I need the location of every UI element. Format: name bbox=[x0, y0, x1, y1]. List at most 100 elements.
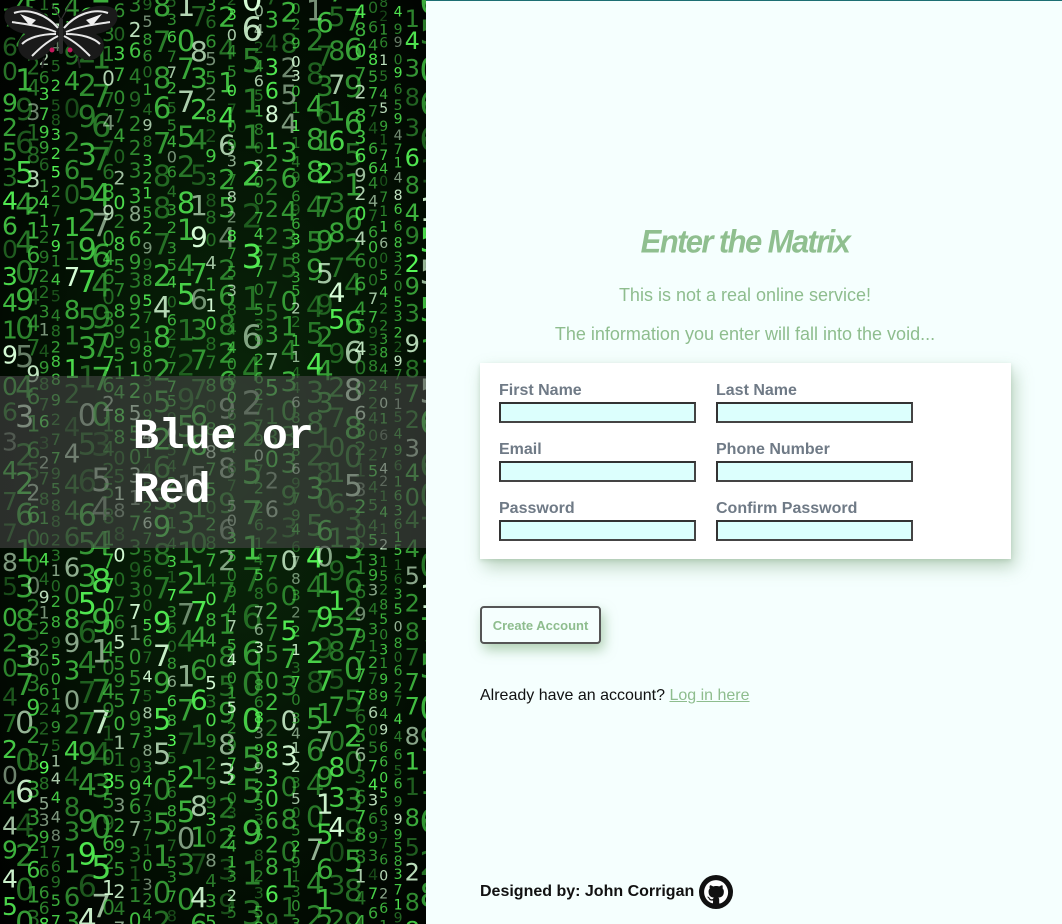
matrix-digit: 6 bbox=[368, 809, 378, 828]
matrix-digit: 7 bbox=[113, 918, 125, 924]
matrix-digit: 3 bbox=[39, 85, 50, 105]
matrix-digit: 1 bbox=[394, 155, 403, 171]
login-link[interactable]: Log in here bbox=[669, 687, 749, 704]
last-name-input[interactable] bbox=[716, 402, 913, 423]
matrix-digit: 7 bbox=[129, 729, 142, 753]
login-prompt-line: Already have an account? Log in here bbox=[480, 687, 750, 705]
matrix-digit: 9 bbox=[419, 720, 426, 759]
matrix-digit: 1 bbox=[379, 919, 388, 924]
matrix-digit: 2 bbox=[394, 263, 403, 279]
matrix-digit: 6 bbox=[113, 612, 125, 634]
matrix-digit: 0 bbox=[205, 827, 216, 848]
email-input[interactable] bbox=[499, 461, 696, 482]
matrix-digit: 8 bbox=[354, 105, 366, 127]
matrix-digit: 6 bbox=[254, 620, 264, 639]
matrix-digit: 8 bbox=[167, 711, 177, 730]
matrix-digit: 9 bbox=[129, 335, 142, 359]
email-group: Email bbox=[499, 441, 699, 482]
matrix-digit: 4 bbox=[227, 41, 237, 60]
confirm-password-input[interactable] bbox=[716, 520, 913, 541]
matrix-digit: 9 bbox=[129, 88, 142, 112]
matrix-digit: 6 bbox=[39, 862, 50, 882]
matrix-digit: 6 bbox=[368, 18, 378, 37]
matrix-digit: 3 bbox=[227, 151, 237, 170]
matrix-digit: 5 bbox=[265, 643, 279, 668]
matrix-digit: 8 bbox=[129, 202, 142, 226]
matrix-digit: 3 bbox=[254, 884, 264, 903]
matrix-digit: 0 bbox=[379, 868, 388, 884]
matrix-digit: 6 bbox=[265, 80, 279, 105]
matrix-digit: 1 bbox=[254, 102, 264, 121]
matrix-digit: 4 bbox=[394, 730, 403, 746]
matrix-digit: 2 bbox=[405, 858, 420, 886]
matrix-digit: 4 bbox=[205, 630, 216, 651]
matrix-digit: 9 bbox=[254, 759, 264, 778]
matrix-digit: 3 bbox=[167, 201, 177, 220]
matrix-digit: 7 bbox=[129, 817, 142, 841]
matrix-digit: 3 bbox=[142, 807, 152, 826]
matrix-digit: 1 bbox=[354, 866, 366, 888]
matrix-digit: 1 bbox=[51, 752, 61, 771]
matrix-digit: 3 bbox=[227, 867, 237, 886]
matrix-digit: 2 bbox=[205, 84, 216, 105]
matrix-digit: 8 bbox=[227, 188, 237, 207]
matrix-digit: 6 bbox=[354, 744, 366, 766]
matrix-digit: 5 bbox=[227, 903, 237, 922]
matrix-digit: 5 bbox=[51, 891, 61, 910]
signup-form-card: First Name Last Name Email Phone Number … bbox=[480, 363, 1011, 559]
matrix-digit: 4 bbox=[51, 788, 61, 807]
matrix-digit: 3 bbox=[394, 0, 403, 3]
matrix-digit: 0 bbox=[113, 146, 125, 168]
matrix-digit: 5 bbox=[419, 253, 426, 292]
matrix-digit: 9 bbox=[354, 604, 366, 626]
matrix-digit: 1 bbox=[254, 658, 264, 677]
first-name-label: First Name bbox=[499, 382, 582, 399]
matrix-digit: 6 bbox=[129, 38, 142, 62]
matrix-digit: 2 bbox=[129, 136, 142, 160]
matrix-digit: 5 bbox=[254, 242, 264, 261]
phone-input[interactable] bbox=[716, 461, 913, 482]
matrix-digit: 9 bbox=[113, 835, 125, 857]
matrix-digit: 2 bbox=[265, 691, 279, 716]
matrix-digit: 4 bbox=[227, 320, 237, 339]
password-input[interactable] bbox=[499, 520, 696, 541]
matrix-digit: 4 bbox=[394, 5, 403, 21]
matrix-digit: 2 bbox=[265, 152, 279, 177]
matrix-digit: 1 bbox=[419, 152, 426, 191]
matrix-digit: 0 bbox=[142, 62, 152, 81]
matrix-digit: 6 bbox=[419, 84, 426, 123]
matrix-digit: 0 bbox=[205, 651, 216, 672]
matrix-digit: 0 bbox=[368, 0, 378, 17]
matrix-digit: 3 bbox=[129, 578, 142, 602]
matrix-digit: 2 bbox=[265, 225, 279, 250]
matrix-digit: 8 bbox=[405, 917, 420, 924]
matrix-digit: 7 bbox=[291, 673, 301, 691]
matrix-digit: 4 bbox=[354, 887, 366, 909]
matrix-digit: 5 bbox=[328, 2, 345, 33]
matrix-digit: 3 bbox=[205, 170, 216, 191]
matrix-digit: 3 bbox=[394, 867, 403, 883]
first-name-input[interactable] bbox=[499, 402, 696, 423]
matrix-digit: 9 bbox=[254, 331, 264, 350]
matrix-digit: 6 bbox=[142, 562, 152, 581]
matrix-digit: 6 bbox=[379, 804, 388, 820]
matrix-digit: 2 bbox=[291, 623, 301, 641]
matrix-digit: 5 bbox=[227, 547, 237, 566]
matrix-digit: 1 bbox=[405, 747, 420, 775]
matrix-digit: 1 bbox=[328, 97, 345, 128]
matrix-digit: 8 bbox=[368, 356, 378, 375]
github-icon[interactable] bbox=[699, 875, 734, 909]
create-account-button[interactable]: Create Account bbox=[480, 606, 601, 644]
matrix-digit: 7 bbox=[368, 756, 378, 775]
matrix-digit: 2 bbox=[291, 837, 301, 855]
matrix-digit: 6 bbox=[265, 883, 279, 908]
matrix-digit: 3 bbox=[254, 638, 264, 657]
matrix-digit: 7 bbox=[39, 105, 50, 125]
matrix-digit: 9 bbox=[205, 146, 216, 167]
matrix-digit: 1 bbox=[291, 99, 301, 117]
matrix-digit: 9 bbox=[394, 910, 403, 924]
matrix-digit: 8 bbox=[51, 613, 61, 632]
matrix-panel: 0760925346034190634778502047204494564419… bbox=[0, 0, 426, 924]
matrix-digit: 9 bbox=[379, 723, 388, 739]
matrix-digit: 8 bbox=[354, 19, 366, 41]
